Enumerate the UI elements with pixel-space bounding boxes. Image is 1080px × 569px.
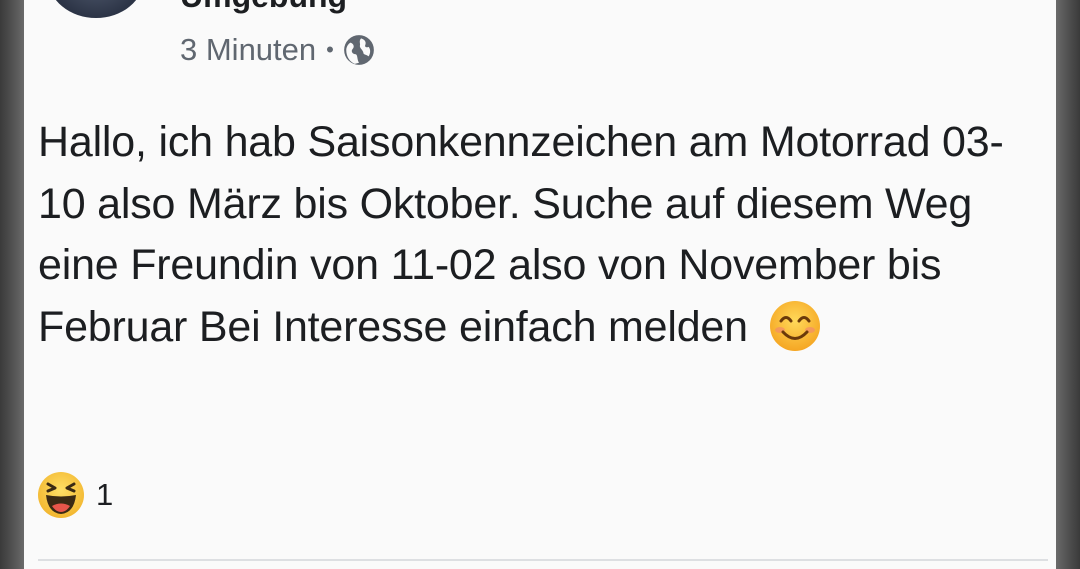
meta-separator: • [326, 37, 334, 62]
divider [38, 559, 1048, 561]
reaction-count: 1 [96, 477, 114, 512]
haha-icon [38, 472, 84, 518]
post-card: Umgebung 3 Minuten • Hallo, ich hab Sais… [24, 0, 1056, 569]
post-timestamp[interactable]: 3 Minuten [180, 32, 316, 68]
globe-icon [343, 35, 374, 65]
reaction-summary[interactable]: 1 [36, 470, 113, 520]
post-body: Hallo, ich hab Saisonkennzeichen am Moto… [38, 112, 1050, 358]
post-text: Hallo, ich hab Saisonkennzeichen am Moto… [38, 118, 1004, 351]
smiling-face-icon [769, 300, 820, 351]
screenshot-frame: Umgebung 3 Minuten • Hallo, ich hab Sais… [0, 0, 1080, 569]
author-name[interactable]: Umgebung [180, 0, 347, 15]
post-meta: 3 Minuten • [180, 30, 376, 70]
avatar[interactable] [48, 0, 144, 18]
